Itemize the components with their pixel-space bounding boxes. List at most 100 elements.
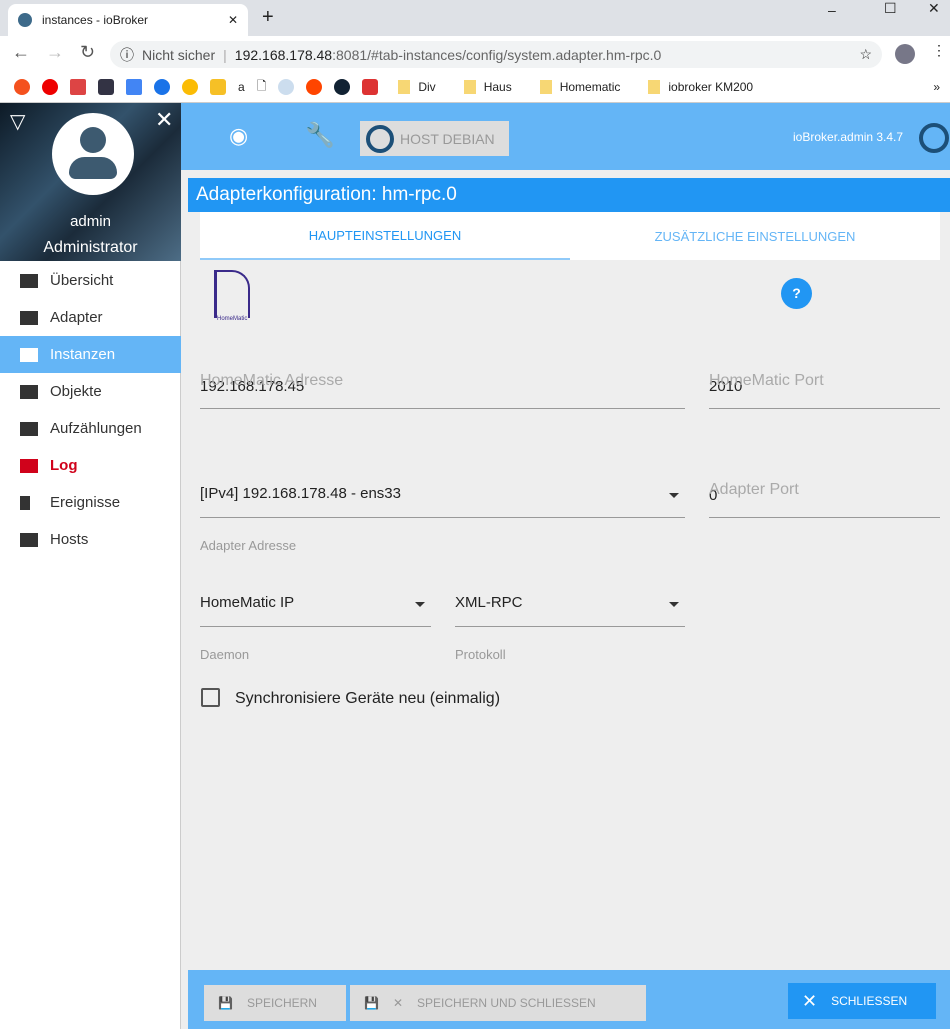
close-icon: ✕ bbox=[392, 996, 404, 1010]
floppy-icon: 💾 bbox=[364, 996, 379, 1010]
adapter-address-label: Adapter Adresse bbox=[200, 538, 297, 553]
url-host: 192.168.178.48 bbox=[234, 46, 333, 63]
browser-tab[interactable]: instances - ioBroker ✕ bbox=[8, 4, 248, 36]
url-input[interactable]: ⓘ Nicht sicher | 192.168.178.48:8081/#tab-i… bbox=[110, 41, 882, 68]
bookmark-folder[interactable]: Div bbox=[398, 80, 436, 95]
subtitles-icon bbox=[20, 347, 38, 362]
wrench-icon[interactable]: 🔧 bbox=[305, 121, 335, 150]
security-label: Nicht sicher bbox=[142, 46, 216, 63]
chevron-down-icon bbox=[669, 602, 679, 612]
menu-icon[interactable]: ⋮ bbox=[932, 42, 946, 59]
page-title: Adapterkonfiguration: hm-rpc.0 bbox=[188, 178, 950, 212]
bookmark-icon[interactable] bbox=[14, 79, 30, 95]
folder-icon bbox=[398, 80, 411, 95]
folder-icon bbox=[463, 80, 476, 95]
card-icon bbox=[20, 421, 38, 436]
daemon-label: Daemon bbox=[200, 647, 250, 662]
close-icon: ✕ bbox=[802, 990, 818, 1011]
tab-additional-settings[interactable]: ZUSÄTZLICHE EINSTELLUNGEN bbox=[570, 212, 940, 260]
sync-label: Synchronisiere Geräte neu (einmalig) bbox=[235, 690, 501, 707]
folder-icon bbox=[539, 80, 552, 95]
top-bar: ◉ 🔧 HOST DEBIAN ioBroker.admin 3.4.7 bbox=[181, 103, 950, 170]
eye-icon[interactable]: ◉ bbox=[229, 123, 248, 149]
profile-avatar[interactable] bbox=[895, 44, 915, 64]
tab-main-settings[interactable]: HAUPTEINSTELLUNGEN bbox=[200, 212, 570, 260]
list-icon bbox=[20, 384, 38, 399]
forward-icon[interactable]: → bbox=[46, 42, 64, 63]
homematic-port-input[interactable]: HomeMatic Port 2010 bbox=[709, 372, 940, 409]
iobroker-logo-icon bbox=[919, 123, 949, 153]
more-bookmarks-icon[interactable]: » bbox=[933, 80, 940, 94]
amazon-icon[interactable]: a bbox=[238, 80, 245, 94]
bookmark-folder[interactable]: iobroker KM200 bbox=[648, 80, 753, 95]
back-icon[interactable]: ← bbox=[12, 42, 30, 63]
bookmark-icon[interactable] bbox=[98, 79, 114, 95]
sync-checkbox[interactable] bbox=[201, 688, 220, 707]
youtube-icon[interactable] bbox=[42, 79, 58, 95]
gmail-icon[interactable] bbox=[70, 79, 86, 95]
dropdown-triangle-icon[interactable]: ▽ bbox=[10, 109, 25, 134]
minimize-icon[interactable]: – bbox=[828, 2, 836, 18]
close-tab-icon[interactable]: ✕ bbox=[228, 13, 238, 27]
address-bar: ← → ↻ ⓘ Nicht sicher | 192.168.178.48:8081/… bbox=[0, 36, 950, 72]
user-header: ▽ ✕ admin Administrator bbox=[0, 103, 181, 261]
page-icon[interactable]: 🗋 bbox=[257, 77, 267, 98]
iobroker-favicon-icon bbox=[18, 13, 32, 27]
save-button[interactable]: 💾 SPEICHERN bbox=[204, 985, 346, 1021]
daemon-select[interactable]: HomeMatic IP bbox=[200, 594, 431, 627]
grid-icon bbox=[20, 273, 38, 288]
chevron-down-icon bbox=[415, 602, 425, 612]
contacts-icon[interactable] bbox=[154, 79, 170, 95]
iobroker-logo-icon bbox=[366, 124, 394, 153]
close-button[interactable]: ✕ SCHLIESSEN bbox=[788, 983, 936, 1019]
sidebar-item-instances[interactable]: Instanzen bbox=[0, 336, 181, 373]
adapter-address-select[interactable]: [IPv4] 192.168.178.48 - ens33 bbox=[200, 485, 685, 518]
store-icon bbox=[20, 310, 38, 325]
save-and-close-button[interactable]: 💾 ✕ SPEICHERN UND SCHLIESSEN bbox=[350, 985, 646, 1021]
user-role: Administrator bbox=[43, 239, 138, 256]
sidebar: ▽ ✕ admin Administrator Übersicht Adapte… bbox=[0, 103, 181, 1029]
new-tab-icon[interactable]: + bbox=[262, 6, 274, 29]
reload-icon[interactable]: ↻ bbox=[80, 42, 95, 63]
floppy-icon: 💾 bbox=[218, 996, 233, 1010]
footer-bar: 💾 SPEICHERN 💾 ✕ SPEICHERN UND SCHLIESSEN ✕ S… bbox=[188, 970, 950, 1029]
log-icon bbox=[20, 458, 38, 473]
sidebar-item-adapter[interactable]: Adapter bbox=[0, 299, 181, 336]
homematic-logo: HomeMatic bbox=[214, 270, 250, 322]
sidebar-item-enums[interactable]: Aufzählungen bbox=[0, 410, 181, 447]
bookmark-icon[interactable] bbox=[334, 79, 351, 95]
avatar bbox=[52, 113, 134, 195]
maps-icon[interactable] bbox=[362, 79, 379, 95]
bookmark-icon[interactable] bbox=[278, 79, 295, 95]
username: admin bbox=[70, 213, 111, 230]
adapter-port-input[interactable]: Adapter Port 0 bbox=[709, 481, 940, 518]
version-label: ioBroker.admin 3.4.7 bbox=[793, 130, 904, 144]
browser-tab-bar: instances - ioBroker ✕ + – ☐ ✕ bbox=[0, 0, 950, 36]
folder-icon bbox=[648, 80, 661, 95]
keep-icon[interactable] bbox=[210, 79, 226, 95]
sidebar-item-hosts[interactable]: Hosts bbox=[0, 521, 181, 558]
host-button[interactable]: HOST DEBIAN bbox=[360, 121, 509, 156]
sidebar-item-log[interactable]: Log bbox=[0, 447, 181, 484]
close-sidebar-icon[interactable]: ✕ bbox=[155, 107, 173, 133]
star-icon[interactable]: ☆ bbox=[859, 46, 872, 63]
help-button[interactable]: ? bbox=[781, 278, 812, 309]
url-path: :8081/#tab-instances/config/system.adapt… bbox=[332, 46, 662, 63]
bookmark-folder[interactable]: Homematic bbox=[539, 80, 620, 95]
reddit-icon[interactable] bbox=[306, 79, 323, 95]
maximize-icon[interactable]: ☐ bbox=[884, 0, 897, 17]
calendar-icon[interactable] bbox=[126, 79, 142, 95]
sidebar-item-objects[interactable]: Objekte bbox=[0, 373, 181, 410]
sidebar-item-events[interactable]: Ereignisse bbox=[0, 484, 181, 521]
tab-title: instances - ioBroker bbox=[42, 13, 149, 27]
protocol-select[interactable]: XML-RPC bbox=[455, 594, 685, 627]
bookmarks-bar: a 🗋 Div Haus Homematic iobroker KM200 » bbox=[0, 72, 950, 103]
bookmark-folder[interactable]: Haus bbox=[463, 80, 512, 95]
sidebar-item-overview[interactable]: Übersicht bbox=[0, 262, 181, 299]
flash-icon bbox=[20, 495, 30, 510]
hosts-icon bbox=[20, 532, 38, 547]
window-close-icon[interactable]: ✕ bbox=[928, 0, 940, 17]
photos-icon[interactable] bbox=[182, 79, 198, 95]
homematic-address-input[interactable]: HomeMatic Adresse 192.168.178.45 bbox=[200, 372, 685, 409]
chevron-down-icon bbox=[669, 493, 679, 503]
